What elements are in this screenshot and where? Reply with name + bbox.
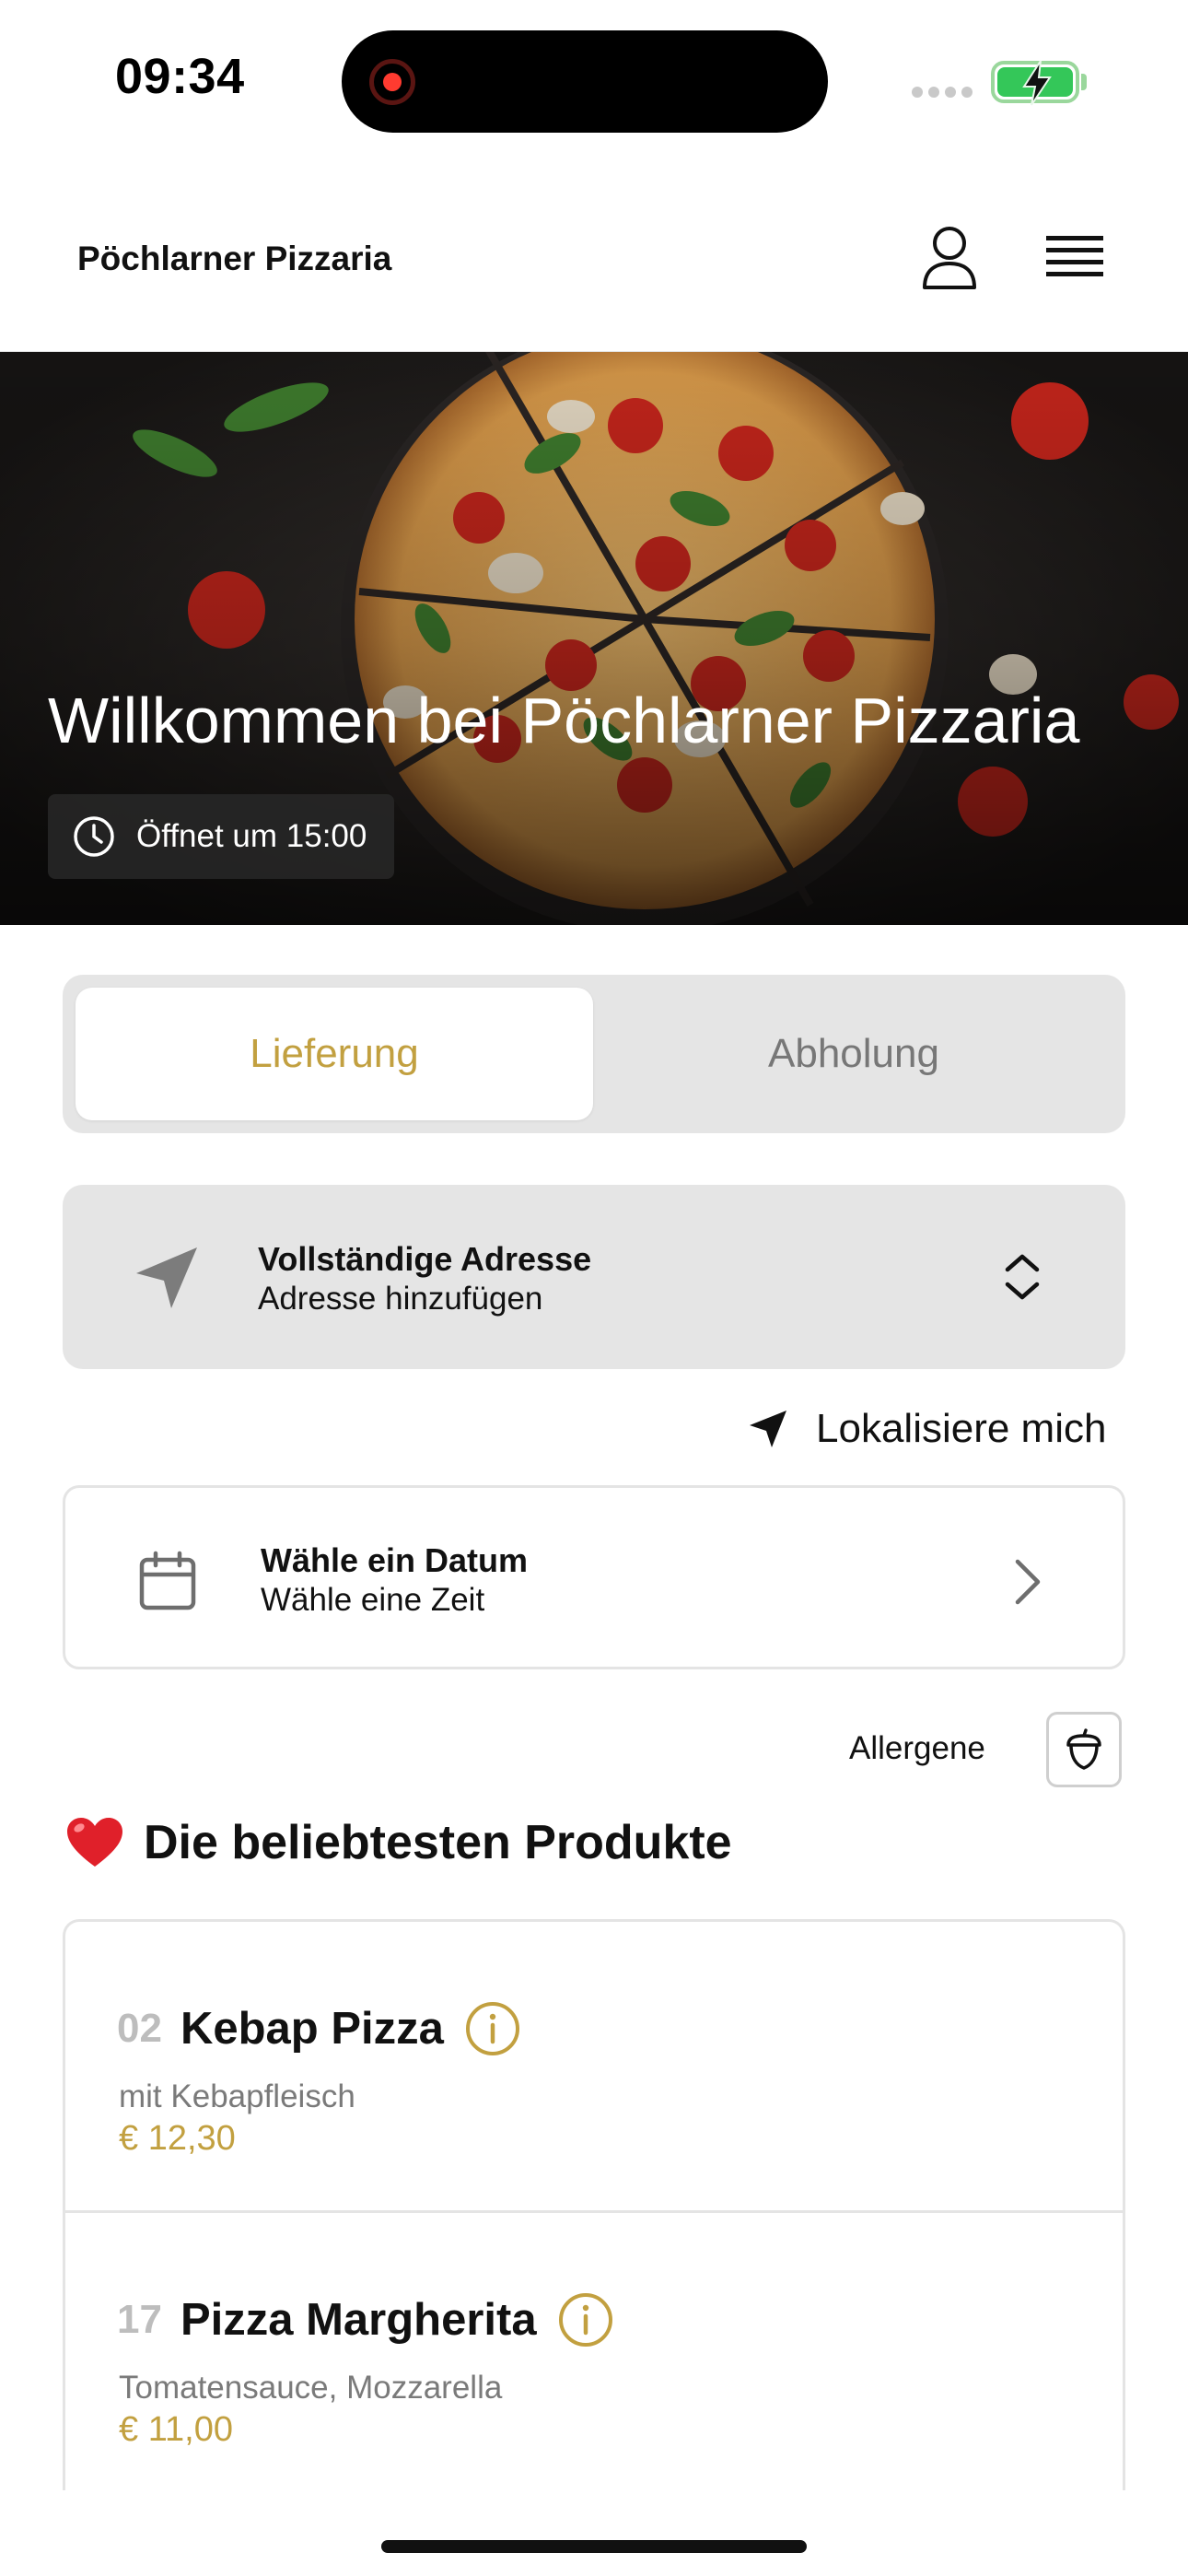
product-price: € 11,00 (119, 2410, 233, 2449)
location-arrow-icon (136, 1247, 197, 1308)
clock-icon (74, 816, 114, 857)
recording-indicator-icon (369, 59, 415, 105)
info-icon[interactable] (557, 2291, 614, 2348)
address-subtitle: Adresse hinzufügen (258, 1281, 543, 1317)
opening-hours-badge: Öffnet um 15:00 (48, 794, 395, 879)
hero-banner: Willkommen bei Pöchlarner Pizzaria Öffne… (0, 352, 1188, 925)
hero-title: Willkommen bei Pöchlarner Pizzaria (48, 685, 1080, 756)
tab-pickup[interactable]: Abholung (595, 988, 1112, 1120)
date-title: Wähle ein Datum (261, 1541, 529, 1579)
app-header: Pöchlarner Pizzaria (0, 166, 1188, 352)
dynamic-island (342, 30, 828, 133)
time-subtitle: Wähle eine Zeit (261, 1582, 485, 1618)
address-selector[interactable]: Vollständige Adresse Adresse hinzufügen (63, 1185, 1125, 1369)
calendar-icon (139, 1551, 196, 1610)
product-item[interactable]: 02 Kebap Pizza mit Kebapfleisch € 12,30 (65, 1922, 1123, 2210)
section-title: Die beliebtesten Produkte (144, 1816, 732, 1869)
order-mode-toggle: Lieferung Abholung (63, 975, 1125, 1133)
home-indicator[interactable] (381, 2540, 807, 2553)
user-icon (923, 227, 976, 289)
product-number: 17 (117, 2297, 162, 2342)
date-time-selector[interactable]: Wähle ein Datum Wähle eine Zeit (63, 1485, 1125, 1669)
allergens-button[interactable] (1046, 1712, 1122, 1787)
address-title: Vollständige Adresse (258, 1240, 592, 1278)
chevron-right-icon (1015, 1559, 1041, 1605)
menu-button[interactable] (1033, 217, 1116, 299)
product-description: mit Kebapfleisch (119, 2078, 355, 2114)
opening-hours-text: Öffnet um 15:00 (136, 818, 367, 854)
status-time: 09:34 (115, 49, 245, 104)
signal-icon (912, 87, 973, 98)
product-number: 02 (117, 2006, 162, 2051)
info-icon[interactable] (464, 2000, 521, 2057)
brand-name[interactable]: Pöchlarner Pizzaria (77, 240, 391, 278)
heart-icon (67, 1818, 122, 1867)
tab-delivery[interactable]: Lieferung (76, 988, 593, 1120)
acorn-icon (1066, 1728, 1101, 1770)
account-button[interactable] (908, 217, 991, 299)
status-bar: 09:34 (0, 0, 1188, 166)
popular-products-heading: Die beliebtesten Produkte (64, 1808, 732, 1878)
product-list: 02 Kebap Pizza mit Kebapfleisch € 12,30 … (63, 1919, 1125, 2490)
product-description: Tomatensauce, Mozzarella (119, 2370, 503, 2406)
locate-me-label: Lokalisiere mich (816, 1406, 1107, 1451)
product-name: Kebap Pizza (180, 2004, 444, 2054)
product-item[interactable]: 17 Pizza Margherita Tomatensauce, Mozzar… (65, 2210, 1123, 2490)
product-name: Pizza Margherita (180, 2295, 537, 2345)
allergens-label: Allergene (849, 1730, 985, 1766)
menu-icon (1046, 236, 1103, 276)
navigation-arrow-icon (750, 1411, 786, 1447)
locate-me-button[interactable]: Lokalisiere mich (746, 1400, 1106, 1458)
chevron-up-down-icon (1005, 1254, 1040, 1300)
charging-bolt-icon (1022, 60, 1052, 106)
product-price: € 12,30 (119, 2119, 236, 2158)
